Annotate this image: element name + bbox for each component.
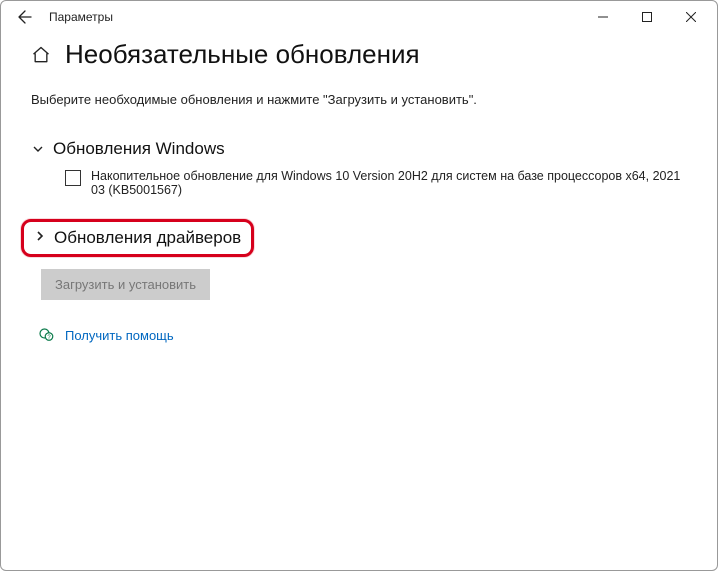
arrow-left-icon (17, 9, 33, 25)
minimize-button[interactable] (581, 1, 625, 33)
section-header-windows[interactable]: Обновления Windows (31, 137, 687, 161)
maximize-button[interactable] (625, 1, 669, 33)
section-title-windows: Обновления Windows (53, 139, 225, 159)
section-windows-updates: Обновления Windows Накопительное обновле… (31, 137, 687, 209)
download-install-button: Загрузить и установить (41, 269, 210, 300)
title-bar: Параметры (1, 1, 717, 33)
close-icon (686, 12, 696, 22)
section-driver-updates[interactable]: Обновления драйверов (21, 219, 254, 257)
back-button[interactable] (5, 1, 45, 33)
close-button[interactable] (669, 1, 713, 33)
chevron-down-icon (31, 142, 45, 156)
section-body-windows: Накопительное обновление для Windows 10 … (31, 161, 687, 209)
home-icon[interactable] (31, 45, 51, 65)
minimize-icon (598, 12, 608, 22)
window-title: Параметры (49, 10, 113, 24)
update-item[interactable]: Накопительное обновление для Windows 10 … (65, 169, 687, 197)
window-controls (581, 1, 713, 33)
help-link[interactable]: Получить помощь (65, 328, 174, 343)
help-icon: ? (37, 326, 55, 344)
section-title-drivers: Обновления драйверов (54, 228, 241, 248)
update-label: Накопительное обновление для Windows 10 … (91, 169, 687, 197)
content-area: Необязательные обновления Выберите необх… (1, 33, 717, 344)
page-header: Необязательные обновления (31, 39, 687, 70)
maximize-icon (642, 12, 652, 22)
chevron-right-icon (34, 229, 46, 247)
checkbox[interactable] (65, 170, 81, 186)
help-row: ? Получить помощь (37, 326, 687, 344)
page-title: Необязательные обновления (65, 39, 420, 70)
page-description: Выберите необходимые обновления и нажмит… (31, 92, 687, 107)
